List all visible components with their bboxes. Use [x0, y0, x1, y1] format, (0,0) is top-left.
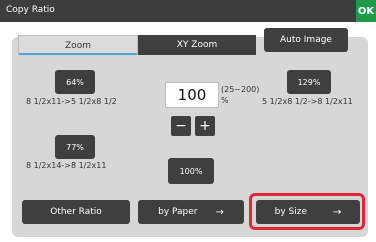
preset-77-desc: 8 1/2x14->8 1/2x11 — [26, 161, 107, 170]
active-tab-indicator — [19, 53, 137, 55]
auto-image-button[interactable]: Auto Image — [264, 28, 348, 52]
arrow-right-icon: → — [215, 206, 224, 218]
ratio-input[interactable]: 100 — [165, 82, 219, 108]
by-paper-button[interactable]: by Paper → — [138, 200, 244, 224]
preset-64-button[interactable]: 64% — [55, 70, 95, 94]
minus-button[interactable]: − — [171, 116, 191, 136]
preset-129-button[interactable]: 129% — [287, 70, 331, 94]
ratio-range: (25~200) — [221, 85, 260, 94]
tab-xy-zoom-label: XY Zoom — [176, 40, 218, 50]
preset-129-desc: 5 1/2x8 1/2->8 1/2x11 — [262, 97, 353, 106]
page-title: Copy Ratio — [6, 5, 55, 15]
tab-zoom-label: Zoom — [65, 40, 91, 51]
tab-zoom[interactable]: Zoom — [18, 35, 138, 55]
title-bar: Copy Ratio — [0, 0, 376, 22]
arrow-right-icon: → — [332, 206, 342, 218]
plus-button[interactable]: + — [195, 116, 215, 136]
other-ratio-button[interactable]: Other Ratio — [22, 200, 130, 224]
preset-100-button[interactable]: 100% — [168, 158, 214, 184]
by-paper-label: by Paper — [158, 207, 198, 217]
preset-77-button[interactable]: 77% — [55, 135, 95, 159]
by-size-label: by Size — [274, 207, 307, 217]
tab-xy-zoom[interactable]: XY Zoom — [138, 35, 256, 55]
ok-button[interactable]: OK — [356, 0, 376, 22]
by-size-button[interactable]: by Size → — [256, 200, 360, 224]
ratio-unit: % — [221, 96, 229, 105]
preset-64-desc: 8 1/2x11->5 1/2x8 1/2 — [26, 97, 117, 106]
